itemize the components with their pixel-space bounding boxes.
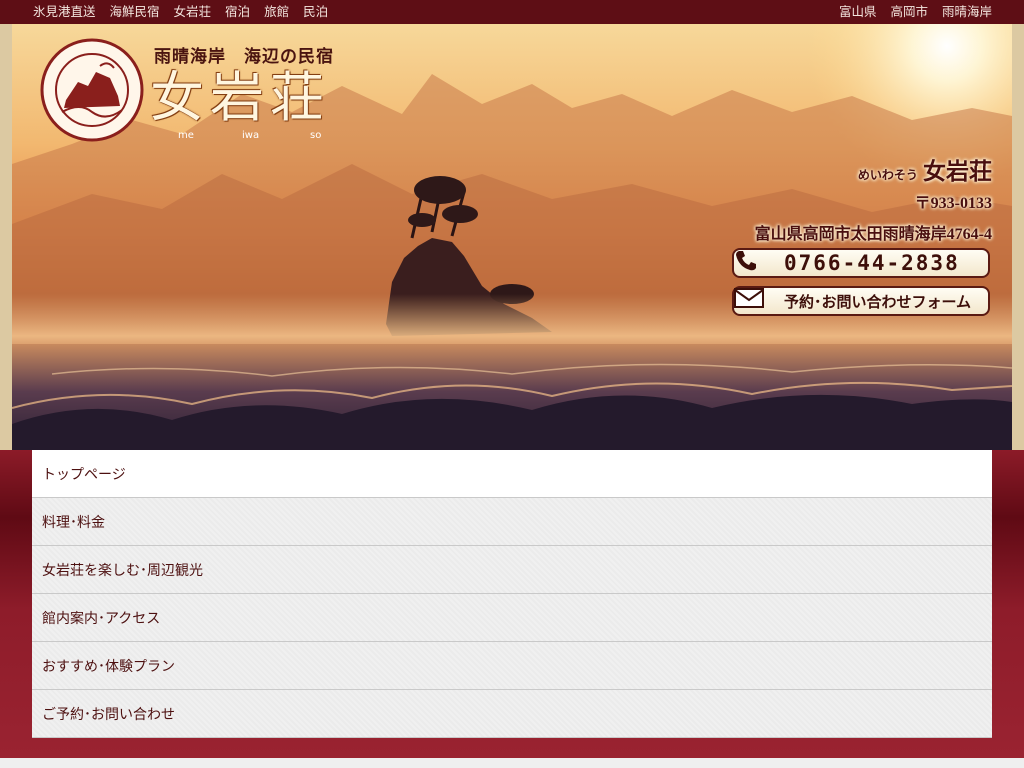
nav-label: トップページ xyxy=(42,466,126,483)
phone-icon xyxy=(736,251,772,274)
nav-label: 館内案内･アクセス xyxy=(42,610,161,627)
keyword-shukuhaku[interactable]: 宿泊 xyxy=(225,0,250,24)
nav-item-cuisine-price[interactable]: 料理･料金 xyxy=(32,498,992,546)
inn-name-logotype: 女岩荘 xyxy=(150,66,330,129)
page-bottom-strip xyxy=(0,758,1024,768)
keyword-ryokan[interactable]: 旅館 xyxy=(264,0,289,24)
top-keywords-left: 氷見港直送 海鮮民宿 女岩荘 宿泊 旅館 民泊 xyxy=(33,0,328,24)
nav-label: 料理･料金 xyxy=(42,514,105,531)
nav-item-recommended-plans[interactable]: おすすめ･体験プラン xyxy=(32,642,992,690)
romaji-me: me xyxy=(178,130,194,141)
address: 富山県高岡市太田雨晴海岸4764-4 xyxy=(754,226,992,243)
inn-name-kana: めいわそう xyxy=(857,168,918,182)
logo-seal-icon xyxy=(40,38,144,142)
nav-label: ご予約･お問い合わせ xyxy=(42,706,175,723)
hero-banner: 雨晴海岸 海辺の民宿 女岩荘 me iwa so めいわそう 女岩荘 〒933-… xyxy=(12,24,1012,450)
mail-icon xyxy=(734,288,772,312)
nav-item-facility-access[interactable]: 館内案内･アクセス xyxy=(32,594,992,642)
keyword-kaisen-minshuku[interactable]: 海鮮民宿 xyxy=(110,0,160,24)
top-keywords-right: 富山県 高岡市 雨晴海岸 xyxy=(839,0,992,24)
keyword-minpaku[interactable]: 民泊 xyxy=(303,0,328,24)
inn-name-kana-block: めいわそう 女岩荘 xyxy=(858,152,992,186)
contact-form-label: 予約･お問い合わせフォーム xyxy=(784,292,972,311)
keyword-amaharashi[interactable]: 雨晴海岸 xyxy=(942,0,992,24)
nav-item-sightseeing[interactable]: 女岩荘を楽しむ･周辺観光 xyxy=(32,546,992,594)
phone-number: 0766-44-2838 xyxy=(784,251,960,275)
keyword-meiwaso[interactable]: 女岩荘 xyxy=(174,0,212,24)
keyword-hyoshiko[interactable]: 氷見港直送 xyxy=(33,0,96,24)
nav-item-reservation-contact[interactable]: ご予約･お問い合わせ xyxy=(32,690,992,738)
main-navigation: トップページ 料理･料金 女岩荘を楽しむ･周辺観光 館内案内･アクセス おすすめ… xyxy=(32,450,992,738)
nav-label: 女岩荘を楽しむ･周辺観光 xyxy=(42,562,203,579)
romaji-so: so xyxy=(310,130,322,141)
top-keyword-bar: 氷見港直送 海鮮民宿 女岩荘 宿泊 旅館 民泊 富山県 高岡市 雨晴海岸 xyxy=(0,0,1024,24)
inn-tagline: 雨晴海岸 海辺の民宿 xyxy=(154,47,334,67)
inn-name: 女岩荘 xyxy=(923,158,992,185)
contact-form-button[interactable]: 予約･お問い合わせフォーム xyxy=(732,286,990,316)
postal-code: 〒933-0133 xyxy=(914,195,992,212)
keyword-takaoka[interactable]: 高岡市 xyxy=(890,0,928,24)
phone-button[interactable]: 0766-44-2838 xyxy=(732,248,990,278)
keyword-toyama[interactable]: 富山県 xyxy=(839,0,877,24)
nav-label: おすすめ･体験プラン xyxy=(42,658,175,675)
nav-item-top-page[interactable]: トップページ xyxy=(32,450,992,498)
romaji-iwa: iwa xyxy=(242,130,260,141)
